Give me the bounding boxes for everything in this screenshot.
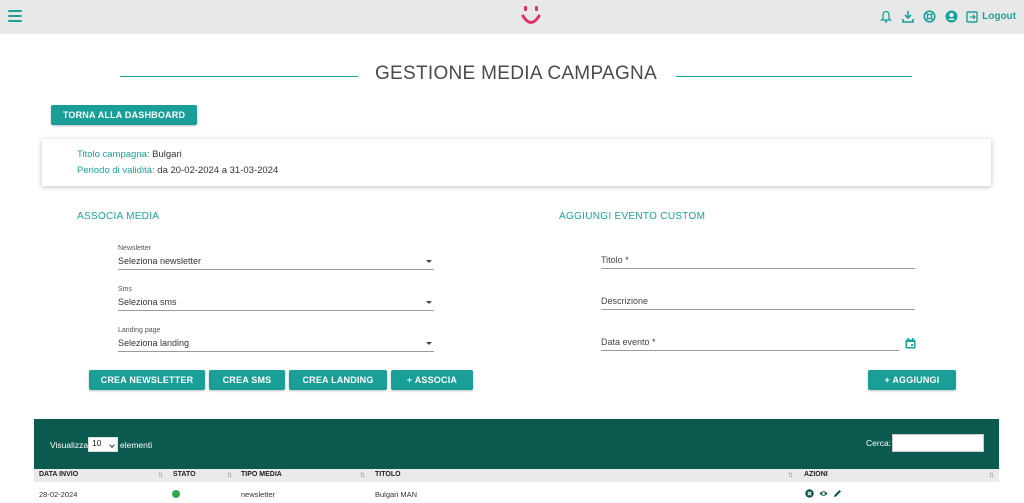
campaign-info-card: Titolo campagna: Bulgari Periodo di vali… (42, 139, 991, 186)
sms-label: Sms (118, 286, 132, 293)
campaign-period-row: Periodo di validità: da 20-02-2024 a 31-… (77, 165, 278, 176)
logout-label: Logout (982, 11, 1016, 22)
page-length-value: 10 (92, 438, 102, 448)
sort-icon[interactable]: ⇅ (158, 472, 163, 479)
chevron-down-icon (426, 342, 432, 345)
newsletter-label: Newsletter (118, 245, 152, 252)
col-titolo[interactable]: TITOLO (375, 471, 401, 478)
associa-media-heading: ASSOCIA MEDIA (77, 211, 160, 222)
table-search-input[interactable] (892, 434, 984, 452)
page-length-prefix: Visualizza (50, 440, 89, 450)
calendar-icon[interactable] (905, 338, 916, 349)
landing-select[interactable]: Seleziona landing (118, 338, 434, 352)
crea-sms-button[interactable]: CREA SMS (209, 370, 285, 390)
crea-newsletter-button[interactable]: CREA NEWSLETTER (89, 370, 205, 390)
associa-button[interactable]: + ASSOCIA (391, 370, 473, 390)
campaign-title-row: Titolo campagna: Bulgari (77, 149, 182, 160)
event-description-placeholder: Descrizione (601, 296, 649, 306)
campaign-title-label: Titolo campagna: (77, 149, 150, 160)
chevron-down-icon (426, 301, 432, 304)
page-title: GESTIONE MEDIA CAMPAGNA (374, 63, 658, 84)
table-header: DATA INVIO ⇅ STATO ⇅ TIPO MEDIA ⇅ TITOLO… (34, 469, 999, 482)
page-length-select[interactable]: 10 (88, 437, 118, 452)
top-bar: Logout (0, 0, 1024, 34)
menu-icon[interactable] (8, 10, 22, 22)
help-icon[interactable] (922, 9, 937, 24)
event-title-input[interactable]: Titolo * (601, 255, 915, 269)
event-date-input[interactable]: Data evento * (601, 337, 899, 351)
edit-icon[interactable] (833, 489, 842, 498)
landing-select-value: Seleziona landing (118, 338, 190, 348)
cell-tipo-media: newsletter (241, 490, 276, 499)
sort-icon[interactable]: ⇅ (788, 472, 793, 479)
view-icon[interactable] (819, 489, 828, 498)
cell-titolo: Bulgari MAN (375, 490, 418, 499)
delete-icon[interactable] (805, 489, 814, 498)
newsletter-select[interactable]: Seleziona newsletter (118, 256, 434, 270)
aggiungi-evento-heading: AGGIUNGI EVENTO CUSTOM (559, 211, 706, 222)
newsletter-select-value: Seleziona newsletter (118, 256, 202, 266)
page-length-suffix: elementi (120, 440, 153, 450)
aggiungi-button[interactable]: + AGGIUNGI (868, 370, 956, 390)
bell-icon[interactable] (878, 9, 893, 24)
chevron-down-icon (109, 442, 115, 448)
sms-select[interactable]: Seleziona sms (118, 297, 434, 311)
sms-select-value: Seleziona sms (118, 297, 177, 307)
table-row: 28-02-2024 newsletter Bulgari MAN (34, 482, 999, 503)
search-label: Cerca: (866, 438, 892, 448)
sort-icon[interactable]: ⇅ (360, 472, 365, 479)
chevron-down-icon (426, 260, 432, 263)
landing-label: Landing page (118, 327, 161, 334)
account-icon[interactable] (944, 9, 959, 24)
download-icon[interactable] (900, 9, 915, 24)
campaign-title-value: Bulgari (152, 149, 182, 160)
cell-data-invio: 28-02-2024 (39, 490, 78, 499)
back-to-dashboard-button[interactable]: TORNA ALLA DASHBOARD (51, 105, 197, 125)
status-active-icon (172, 490, 180, 498)
col-data-invio[interactable]: DATA INVIO (39, 471, 78, 478)
logout-icon (966, 10, 978, 23)
col-stato[interactable]: STATO (173, 471, 196, 478)
event-title-placeholder: Titolo * (601, 255, 629, 265)
page-title-bar: GESTIONE MEDIA CAMPAGNA (120, 63, 912, 87)
crea-landing-button[interactable]: CREA LANDING (289, 370, 387, 390)
sort-icon[interactable]: ⇅ (989, 472, 994, 479)
col-tipo-media[interactable]: TIPO MEDIA (241, 471, 282, 478)
sort-icon[interactable]: ⇅ (227, 472, 232, 479)
event-description-input[interactable]: Descrizione (601, 296, 915, 310)
brand-logo (521, 6, 541, 24)
col-azioni: AZIONI (804, 471, 828, 478)
campaign-period-label: Periodo di validità: (77, 165, 155, 176)
campaign-period-value: da 20-02-2024 a 31-03-2024 (157, 165, 279, 176)
event-date-placeholder: Data evento * (601, 337, 656, 347)
title-divider-right (676, 76, 912, 77)
logout-button[interactable]: Logout (966, 10, 1016, 23)
